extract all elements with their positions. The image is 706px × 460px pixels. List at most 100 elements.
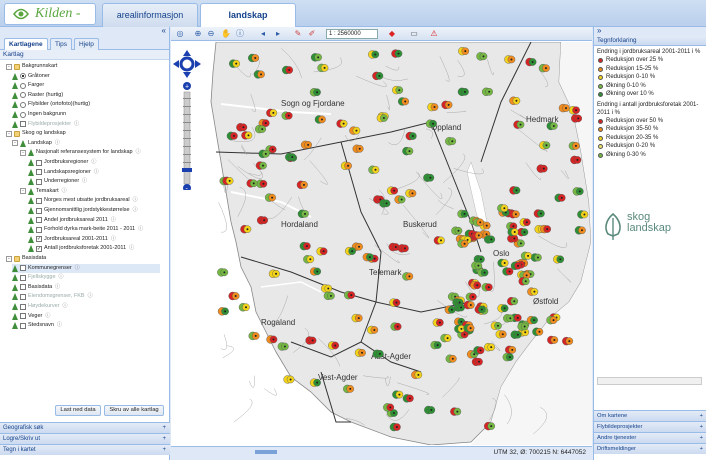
radio-button[interactable] <box>20 111 26 118</box>
accordion-driftsmeldinger[interactable]: Driftsmeldinger + <box>594 443 706 454</box>
forward-arrow-icon[interactable]: ▸ <box>273 29 283 39</box>
layer-antall-jordbruksforetak-2001-2011[interactable]: ✓ Antall jordbruksforetak 2001-2011 ⓘ <box>28 244 134 253</box>
checkbox[interactable] <box>36 207 42 214</box>
layer-raster-hurtig[interactable]: Raster (hurtig) <box>12 91 63 100</box>
checkbox[interactable] <box>20 284 26 291</box>
layer-farger[interactable]: Farger <box>12 81 44 90</box>
checkbox[interactable] <box>20 313 26 320</box>
layer-gråtoner[interactable]: Gråtoner <box>12 72 50 81</box>
tab-landskap[interactable]: landskap <box>200 3 296 27</box>
layer-info-icon[interactable]: ⓘ <box>136 148 141 157</box>
layer-landskapsregioner[interactable]: Landskapsregioner ⓘ <box>28 168 99 177</box>
zoom-slider[interactable]: + - <box>173 50 203 190</box>
collapse-left-icon[interactable]: « <box>162 26 166 35</box>
turn-off-layers-button[interactable]: Skru av alle kartlag <box>104 405 164 416</box>
layer-andel-jordbruksareal-2011[interactable]: Andel jordbruksareal 2011 ⓘ <box>28 216 116 225</box>
layer-info-icon[interactable]: ⓘ <box>133 206 138 215</box>
checkbox[interactable] <box>36 178 42 185</box>
scale-select[interactable]: 1 : 2560000 <box>326 29 378 39</box>
layer-info-icon[interactable]: ⓘ <box>82 177 87 186</box>
checkbox[interactable] <box>36 159 42 166</box>
layer-info-icon[interactable]: ⓘ <box>55 139 60 148</box>
checkbox[interactable] <box>36 217 42 224</box>
layer-nasjonalt-referansesystem-for-landskap[interactable]: - Nasjonalt referansesystem for landskap ⓘ <box>20 148 141 157</box>
layer-ingen-bakgrunn[interactable]: Ingen bakgrunn <box>12 110 66 119</box>
layer-info-icon[interactable]: ⓘ <box>45 312 50 321</box>
checkbox[interactable]: ✓ <box>36 236 42 243</box>
layer-info-icon[interactable]: ⓘ <box>91 158 96 167</box>
collapse-right-icon[interactable]: » <box>597 26 601 35</box>
checkbox[interactable] <box>20 274 26 281</box>
accordion-flybildeprosjekter[interactable]: Flybildeprosjekter + <box>594 421 706 432</box>
checkbox[interactable]: ✓ <box>36 245 42 252</box>
accordion-lagre-skriv-ut[interactable]: Logre/Skriv ut + <box>0 433 170 444</box>
layer-basisdata[interactable]: - Basisdata <box>6 254 46 263</box>
zoom-in-icon[interactable]: ⊕ <box>193 29 203 39</box>
accordion-om-kartene[interactable]: Om kartene + <box>594 410 706 421</box>
tab-arealinformasjon[interactable]: arealinformasjon <box>102 3 198 27</box>
layer-basisdata[interactable]: Basisdata ⓘ <box>12 283 60 292</box>
layer-gjennomsnittlig-jordstykkestørrelse[interactable]: Gjennomsnittlig jordstykkestørrelse ⓘ <box>28 206 138 215</box>
radio-button[interactable] <box>20 73 26 80</box>
layer-underregioner[interactable]: Underregioner ⓘ <box>28 177 87 186</box>
radio-button[interactable] <box>20 101 26 108</box>
draw-icon[interactable]: ✐ <box>307 29 317 39</box>
layer-jordbruksregioner[interactable]: Jordbruksregioner ⓘ <box>28 158 96 167</box>
layer-jordbruksareal-2001-2011[interactable]: ✓ Jordbruksareal 2001-2011 ⓘ <box>28 235 116 244</box>
checkbox[interactable] <box>36 197 42 204</box>
layer-forhold-dyrka-mark-beite-2011-2011[interactable]: Forhold dyrka mark-beite 2011 - 2011 ⓘ <box>28 225 143 234</box>
accordion-tegn-i-kartet[interactable]: Tegn i kartet + <box>0 444 170 455</box>
checkbox[interactable] <box>20 121 26 128</box>
layer-info-icon[interactable]: ⓘ <box>62 302 67 311</box>
checkbox[interactable] <box>36 226 42 233</box>
layer-info-icon[interactable]: ⓘ <box>111 216 116 225</box>
layer-info-icon[interactable]: ⓘ <box>138 225 143 234</box>
expand-toggle-icon[interactable]: - <box>6 130 12 137</box>
layer-info-icon[interactable]: ⓘ <box>129 244 134 253</box>
layer-info-icon[interactable]: ⓘ <box>111 235 116 244</box>
expand-toggle-icon[interactable]: - <box>12 140 18 147</box>
map-canvas[interactable]: Sogn og Fjordane Oppland Hedmark Hordala… <box>171 42 592 445</box>
clear-icon[interactable]: ◆ <box>387 29 397 39</box>
checkbox[interactable] <box>20 303 26 310</box>
layer-flybilder-ortofoto-hurtig[interactable]: Flybilder (ortofoto)(hurtig) <box>12 100 90 109</box>
accordion-andre-tjenester[interactable]: Andre tjenester + <box>594 432 706 443</box>
layer-info-icon[interactable]: ⓘ <box>55 283 60 292</box>
layer-info-icon[interactable]: ⓘ <box>62 187 67 196</box>
tab-tips[interactable]: Tips <box>50 38 73 50</box>
layer-info-icon[interactable]: ⓘ <box>57 321 62 330</box>
accordion-geografisk-sok[interactable]: Geografisk søk + <box>0 422 170 433</box>
layer-info-icon[interactable]: ⓘ <box>88 292 93 301</box>
layer-info-icon[interactable]: ⓘ <box>75 264 80 273</box>
legend-scrollbar[interactable] <box>597 377 702 385</box>
tab-hjelp[interactable]: Hjelp <box>74 38 99 50</box>
back-arrow-icon[interactable]: ◂ <box>258 29 268 39</box>
checkbox[interactable] <box>20 265 26 272</box>
radio-button[interactable] <box>20 82 26 89</box>
checkbox[interactable] <box>36 169 42 176</box>
layer-skog-og-landskap[interactable]: - Skog og landskap <box>6 129 66 138</box>
expand-toggle-icon[interactable]: - <box>6 63 12 70</box>
layer-høydekurver[interactable]: Høydekurver ⓘ <box>12 302 68 311</box>
layer-eiendomsgrenser-fkb[interactable]: Eiendomsgrenser, FKB ⓘ <box>12 292 93 301</box>
checkbox[interactable] <box>20 322 26 329</box>
print-icon[interactable]: ▭ <box>409 29 419 39</box>
radio-button[interactable] <box>20 92 26 99</box>
pan-hand-icon[interactable]: ✋ <box>221 29 231 39</box>
layer-bakgrunnskart[interactable]: - Bakgrunnskart <box>6 62 57 71</box>
layer-landskap[interactable]: - Landskap ⓘ <box>12 139 60 148</box>
expand-toggle-icon[interactable]: - <box>20 188 26 195</box>
expand-toggle-icon[interactable]: - <box>6 255 12 262</box>
layer-temakart[interactable]: - Temakart ⓘ <box>20 187 67 196</box>
layer-info-icon[interactable]: ⓘ <box>133 196 138 205</box>
layer-fjellskygge[interactable]: Fjellskygge ⓘ <box>12 273 64 282</box>
layer-info-icon[interactable]: ⓘ <box>74 120 79 129</box>
layer-norges-mest-utsatte-jordbruksareal[interactable]: Norges mest utsatte jordbruksareal ⓘ <box>28 196 138 205</box>
layer-info-icon[interactable]: ⓘ <box>59 273 64 282</box>
info-icon[interactable]: ⓘ <box>235 29 245 39</box>
zoom-out-icon[interactable]: ⊖ <box>206 29 216 39</box>
expand-toggle-icon[interactable]: - <box>20 149 26 156</box>
tab-kartlagene[interactable]: Kartlagene <box>4 38 48 50</box>
layer-info-icon[interactable]: ⓘ <box>94 168 99 177</box>
checkbox[interactable] <box>20 293 26 300</box>
